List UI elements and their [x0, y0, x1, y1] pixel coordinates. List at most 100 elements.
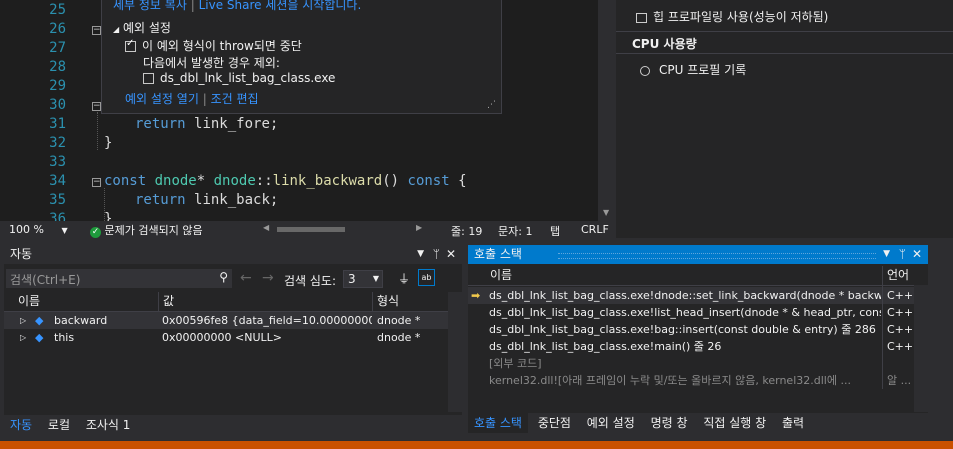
record-cpu-profile-button[interactable]: CPU 프로필 기록: [640, 61, 746, 78]
search-depth-dropdown[interactable]: 3 ▼: [343, 270, 383, 288]
collapse-icon[interactable]: −: [92, 102, 101, 111]
zoom-dropdown[interactable]: 100 % ▼: [9, 223, 68, 236]
expand-icon[interactable]: ▷: [20, 329, 26, 346]
code-keyword: const: [407, 173, 450, 189]
close-icon[interactable]: ✕: [446, 245, 456, 264]
chevron-down-icon: ▼: [372, 274, 379, 283]
line-number: 28: [49, 59, 66, 75]
collapse-icon[interactable]: −: [92, 178, 101, 187]
scroll-left-icon[interactable]: ◀: [263, 223, 269, 232]
column-header-type[interactable]: 형식: [372, 292, 399, 311]
collapse-icon[interactable]: −: [92, 26, 101, 35]
eol-indicator[interactable]: CRLF: [581, 223, 609, 236]
panel-title: 자동: [10, 247, 33, 261]
autos-tab-strip: 자동 로컬 조사식 1: [4, 415, 462, 437]
link-separator: |: [202, 92, 207, 106]
heap-icon: [636, 12, 647, 23]
call-stack-row[interactable]: kernel32.dll![아래 프레임이 누락 및/또는 올바르지 않음, k…: [468, 372, 914, 389]
tab-command-window[interactable]: 명령 창: [645, 413, 694, 433]
checkbox-unchecked[interactable]: [143, 73, 154, 84]
cpu-usage-header: CPU 사용량: [632, 37, 697, 51]
scroll-down-icon[interactable]: ▼: [603, 208, 609, 217]
variable-name: this: [54, 331, 75, 344]
table-row[interactable]: ▷ ◆ this 0x00000000 <NULL> dnode *: [4, 329, 448, 346]
horizontal-scrollbar-thumb[interactable]: [277, 227, 345, 232]
line-number: 33: [49, 154, 66, 170]
back-arrow-icon[interactable]: ←: [240, 270, 252, 286]
code-editor[interactable]: 25 26 27 28 29 30 31 32 33 34 35 36 − − …: [0, 0, 598, 221]
code-keyword: return: [135, 116, 186, 132]
variable-value[interactable]: 0x00000000 <NULL>: [162, 329, 372, 346]
tab-watch-1[interactable]: 조사식 1: [80, 415, 137, 435]
close-icon[interactable]: ✕: [912, 245, 922, 264]
expand-icon[interactable]: ▷: [20, 312, 26, 329]
call-stack-row[interactable]: ds_dbl_lnk_list_bag_class.exe!main() 줄 2…: [468, 338, 914, 355]
frame-language: 알 ...: [887, 374, 912, 387]
line-number: 30: [49, 97, 66, 113]
code-line[interactable]: return link_back;: [135, 192, 278, 208]
exception-settings-section[interactable]: ◢ 예외 설정: [113, 19, 171, 36]
live-share-link[interactable]: Live Share 세션을 시작합니다.: [199, 0, 362, 12]
call-stack-title-bar: 호출 스택 ▼ ᛘ ✕: [468, 245, 928, 264]
resize-grip-icon[interactable]: ⋰: [487, 100, 496, 110]
column-header-language[interactable]: 언어: [882, 266, 909, 285]
tab-exception-settings[interactable]: 예외 설정: [581, 413, 641, 433]
tab-indicator[interactable]: 탭: [550, 223, 560, 239]
column-header-name[interactable]: 이름: [490, 266, 512, 285]
code-line[interactable]: const dnode* dnode::link_backward() cons…: [104, 173, 467, 189]
table-row[interactable]: ▷ ◆ backward 0x00596fe8 {data_field=10.0…: [4, 312, 448, 329]
code-line[interactable]: return link_fore;: [135, 116, 278, 132]
check-circle-icon: ✓: [90, 227, 101, 238]
forward-arrow-icon[interactable]: →: [262, 270, 274, 286]
tab-immediate-window[interactable]: 직접 실행 창: [697, 413, 772, 433]
dropdown-icon[interactable]: ▼: [417, 245, 424, 264]
dropdown-icon[interactable]: ▼: [883, 245, 890, 264]
frame-name: ds_dbl_lnk_list_bag_class.exe!main() 줄 2…: [489, 340, 722, 353]
line-number: 27: [49, 40, 66, 56]
code-line[interactable]: }: [104, 211, 112, 221]
frame-language: C++: [887, 340, 914, 353]
open-exception-settings-link[interactable]: 예외 설정 열기: [125, 92, 199, 106]
search-input[interactable]: 검색(Ctrl+E) ⚲: [6, 269, 232, 288]
autos-scrollbar[interactable]: [448, 292, 462, 412]
variable-value[interactable]: 0x00596fe8 {data_field=10.0000000000...: [162, 312, 372, 329]
line-number: 32: [49, 135, 66, 151]
call-stack-row[interactable]: [외부 코드]: [468, 355, 914, 372]
call-stack-scrollbar[interactable]: [914, 285, 928, 412]
pin-to-source-icon[interactable]: ⏚: [398, 270, 410, 287]
column-header-value[interactable]: 값: [158, 292, 174, 311]
call-stack-row[interactable]: ds_dbl_lnk_list_bag_class.exe!bag::inser…: [468, 321, 914, 338]
issues-indicator[interactable]: ✓ 문제가 검색되지 않음: [90, 222, 203, 238]
tab-locals[interactable]: 로컬: [42, 415, 76, 435]
call-stack-tab-strip: 호출 스택 중단점 예외 설정 명령 창 직접 실행 창 출력: [468, 413, 928, 437]
call-stack-row[interactable]: ➡ ds_dbl_lnk_list_bag_class.exe!dnode::s…: [468, 287, 914, 304]
frame-language: C++: [887, 306, 914, 319]
pin-icon[interactable]: ᛘ: [433, 245, 440, 264]
autos-title-bar: 자동 ▼ ᛘ ✕: [4, 245, 462, 264]
editor-vertical-scrollbar[interactable]: ▼: [598, 0, 616, 221]
heap-profiling-option[interactable]: 힙 프로파일링 사용(성능이 저하됨): [636, 8, 828, 25]
char-indicator[interactable]: 문자: 1: [498, 223, 532, 239]
issues-text: 문제가 검색되지 않음: [104, 224, 203, 237]
tab-call-stack[interactable]: 호출 스택: [468, 413, 528, 433]
scroll-right-icon[interactable]: ▶: [416, 223, 422, 232]
pin-icon[interactable]: ᛘ: [899, 245, 906, 264]
drag-grip[interactable]: [558, 253, 876, 259]
line-indicator[interactable]: 줄: 19: [451, 223, 482, 239]
tab-autos[interactable]: 자동: [4, 415, 38, 435]
hex-view-icon[interactable]: ab: [418, 269, 435, 286]
checkbox-checked[interactable]: [125, 38, 136, 52]
call-stack-row[interactable]: ds_dbl_lnk_list_bag_class.exe!list_head_…: [468, 304, 914, 321]
line-number: 35: [49, 192, 66, 208]
frame-name: ds_dbl_lnk_list_bag_class.exe!dnode::set…: [489, 289, 881, 302]
copy-details-link[interactable]: 세부 정보 복사: [113, 0, 187, 12]
break-when-thrown-option[interactable]: 이 예외 형식이 throw되면 중단: [125, 37, 302, 54]
module-exclude-option[interactable]: ds_dbl_lnk_list_bag_class.exe: [143, 71, 335, 85]
search-icon[interactable]: ⚲: [219, 270, 228, 284]
collapse-triangle-icon[interactable]: ◢: [113, 25, 119, 34]
tab-output[interactable]: 출력: [776, 413, 810, 433]
tab-breakpoints[interactable]: 중단점: [532, 413, 577, 433]
code-line[interactable]: }: [104, 135, 112, 151]
edit-conditions-link[interactable]: 조건 편집: [211, 92, 259, 106]
column-header-name[interactable]: 이름: [18, 292, 40, 311]
